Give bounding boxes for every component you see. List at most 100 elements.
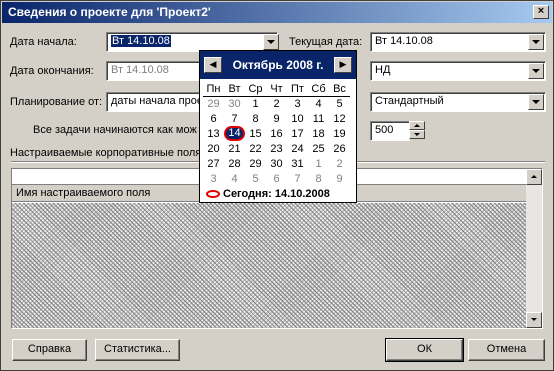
calendar-day[interactable]: 25	[308, 141, 329, 156]
schedule-from-value: даты начала прое	[111, 95, 200, 107]
calendar-day[interactable]: 4	[224, 171, 245, 186]
next-month-icon[interactable]: ▶	[334, 57, 352, 73]
calendar-day[interactable]: 1	[308, 156, 329, 171]
calendar-day[interactable]: 9	[266, 111, 287, 126]
current-date-label: Текущая дата:	[289, 36, 363, 48]
priority-value: 500	[375, 124, 394, 136]
start-date-value: Вт 14.10.08	[111, 35, 171, 47]
spin-down-icon[interactable]	[409, 130, 425, 139]
calendar-day[interactable]: 22	[245, 141, 266, 156]
calendar-day[interactable]: 30	[224, 96, 245, 111]
today-link[interactable]: Сегодня: 14.10.2008	[206, 188, 330, 200]
calendar-day[interactable]: 5	[329, 96, 350, 111]
start-date-label: Дата начала:	[10, 36, 77, 48]
calendar-value: Стандартный	[375, 95, 444, 107]
calendar-week-row: 6 7 8 9 10 11 12	[203, 111, 350, 126]
calendar-week-row: 27 28 29 30 31 1 2	[203, 156, 350, 171]
calendar-day[interactable]: 21	[224, 141, 245, 156]
calendar-week-row: 20 21 22 23 24 25 26	[203, 141, 350, 156]
calendar-day[interactable]: 8	[308, 171, 329, 186]
calendar-grid: Пн Вт Ср Чт Пт Сб Вс 29 30 1 2 3 4 5 6 7 8 9 10 11 12…	[203, 82, 350, 186]
schedule-from-field[interactable]: даты начала прое	[106, 92, 200, 112]
calendar-day[interactable]: 8	[245, 111, 266, 126]
calendar-day[interactable]: 4	[308, 96, 329, 111]
priority-field[interactable]: 500	[370, 121, 410, 141]
calendar-day[interactable]: 2	[329, 156, 350, 171]
calendar-week-row: 29 30 1 2 3 4 5	[203, 96, 350, 111]
calendar-day[interactable]: 6	[203, 111, 224, 126]
date-picker-popup[interactable]: ◀ Октябрь 2008 г. ▶ Пн Вт Ср Чт Пт Сб Вс…	[199, 50, 357, 203]
calendar-day[interactable]: 5	[245, 171, 266, 186]
calendar-day[interactable]: 23	[266, 141, 287, 156]
scroll-down-icon[interactable]	[526, 312, 542, 328]
calendar-day[interactable]: 15	[245, 126, 266, 141]
calendar-day[interactable]: 28	[224, 156, 245, 171]
calendar-day[interactable]: 13	[203, 126, 224, 141]
calendar-day[interactable]: 7	[287, 171, 308, 186]
calendar-day[interactable]: 12	[329, 111, 350, 126]
weekday-header: Вт	[224, 82, 245, 97]
spin-up-icon[interactable]	[409, 121, 425, 130]
calendar-day[interactable]: 17	[287, 126, 308, 141]
current-date-dropdown-button[interactable]	[528, 34, 544, 50]
current-date-value: Вт 14.10.08	[375, 35, 433, 47]
calendar-day[interactable]: 31	[287, 156, 308, 171]
start-date-field[interactable]: Вт 14.10.08	[106, 32, 278, 52]
calendar-day[interactable]: 1	[245, 96, 266, 111]
all-tasks-note: Все задачи начинаются как мож	[33, 124, 197, 136]
title-bar: Сведения о проекте для 'Проект2' ×	[2, 2, 552, 23]
calendar-day[interactable]: 16	[266, 126, 287, 141]
calendar-day[interactable]: 26	[329, 141, 350, 156]
calendar-month-label: Октябрь 2008 г.	[232, 58, 324, 72]
calendar-day[interactable]: 18	[308, 126, 329, 141]
calendar-dropdown-button[interactable]	[528, 94, 544, 110]
grid-empty-area	[12, 203, 526, 328]
calendar-day[interactable]: 9	[329, 171, 350, 186]
calendar-day[interactable]: 24	[287, 141, 308, 156]
scroll-up-icon[interactable]	[526, 169, 542, 185]
calendar-day[interactable]: 27	[203, 156, 224, 171]
calendar-day[interactable]: 20	[203, 141, 224, 156]
finish-date-label: Дата окончания:	[10, 65, 94, 77]
weekday-header: Вс	[329, 82, 350, 97]
calendar-week-row: 13 14 15 16 17 18 19	[203, 126, 350, 141]
today-label: Сегодня: 14.10.2008	[223, 188, 330, 200]
grid-scrollbar[interactable]	[526, 169, 542, 328]
calendar-day[interactable]: 2	[266, 96, 287, 111]
help-button[interactable]: Справка	[12, 339, 87, 361]
calendar-day[interactable]: 3	[203, 171, 224, 186]
prev-month-icon[interactable]: ◀	[204, 57, 222, 73]
calendar-day[interactable]: 29	[203, 96, 224, 111]
today-day-number: 14	[224, 126, 245, 141]
close-button[interactable]: ×	[533, 5, 549, 19]
calendar-header: ◀ Октябрь 2008 г. ▶	[200, 51, 356, 79]
window-title: Сведения о проекте для 'Проект2'	[8, 5, 211, 19]
finish-date-field: Вт 14.10.08	[106, 61, 200, 81]
current-date-field[interactable]: Вт 14.10.08	[370, 32, 546, 52]
statistics-button[interactable]: Статистика...	[95, 339, 180, 361]
project-info-dialog: Сведения о проекте для 'Проект2' × Дата …	[0, 0, 554, 371]
calendar-day[interactable]: 11	[308, 111, 329, 126]
today-ring-icon	[206, 190, 220, 199]
calendar-day[interactable]: 7	[224, 111, 245, 126]
weekday-header: Сб	[308, 82, 329, 97]
ok-button[interactable]: ОК	[385, 338, 464, 362]
calendar-day[interactable]: 6	[266, 171, 287, 186]
calendar-week-row: 3456789	[203, 171, 350, 186]
status-date-value: НД	[375, 64, 391, 76]
calendar-day[interactable]: 29	[245, 156, 266, 171]
calendar-day[interactable]: 10	[287, 111, 308, 126]
calendar-day[interactable]: 30	[266, 156, 287, 171]
start-date-dropdown-button[interactable]	[263, 34, 279, 50]
priority-spinner[interactable]	[409, 121, 425, 139]
status-date-field[interactable]: НД	[370, 61, 546, 81]
calendar-day-today[interactable]: 14	[224, 126, 245, 141]
status-date-dropdown-button[interactable]	[528, 63, 544, 79]
weekday-header: Пт	[287, 82, 308, 97]
calendar-day[interactable]: 3	[287, 96, 308, 111]
calendar-day[interactable]: 19	[329, 126, 350, 141]
finish-date-value: Вт 14.10.08	[111, 64, 169, 76]
schedule-from-label: Планирование от:	[10, 96, 103, 108]
calendar-field[interactable]: Стандартный	[370, 92, 546, 112]
cancel-button[interactable]: Отмена	[468, 339, 545, 361]
